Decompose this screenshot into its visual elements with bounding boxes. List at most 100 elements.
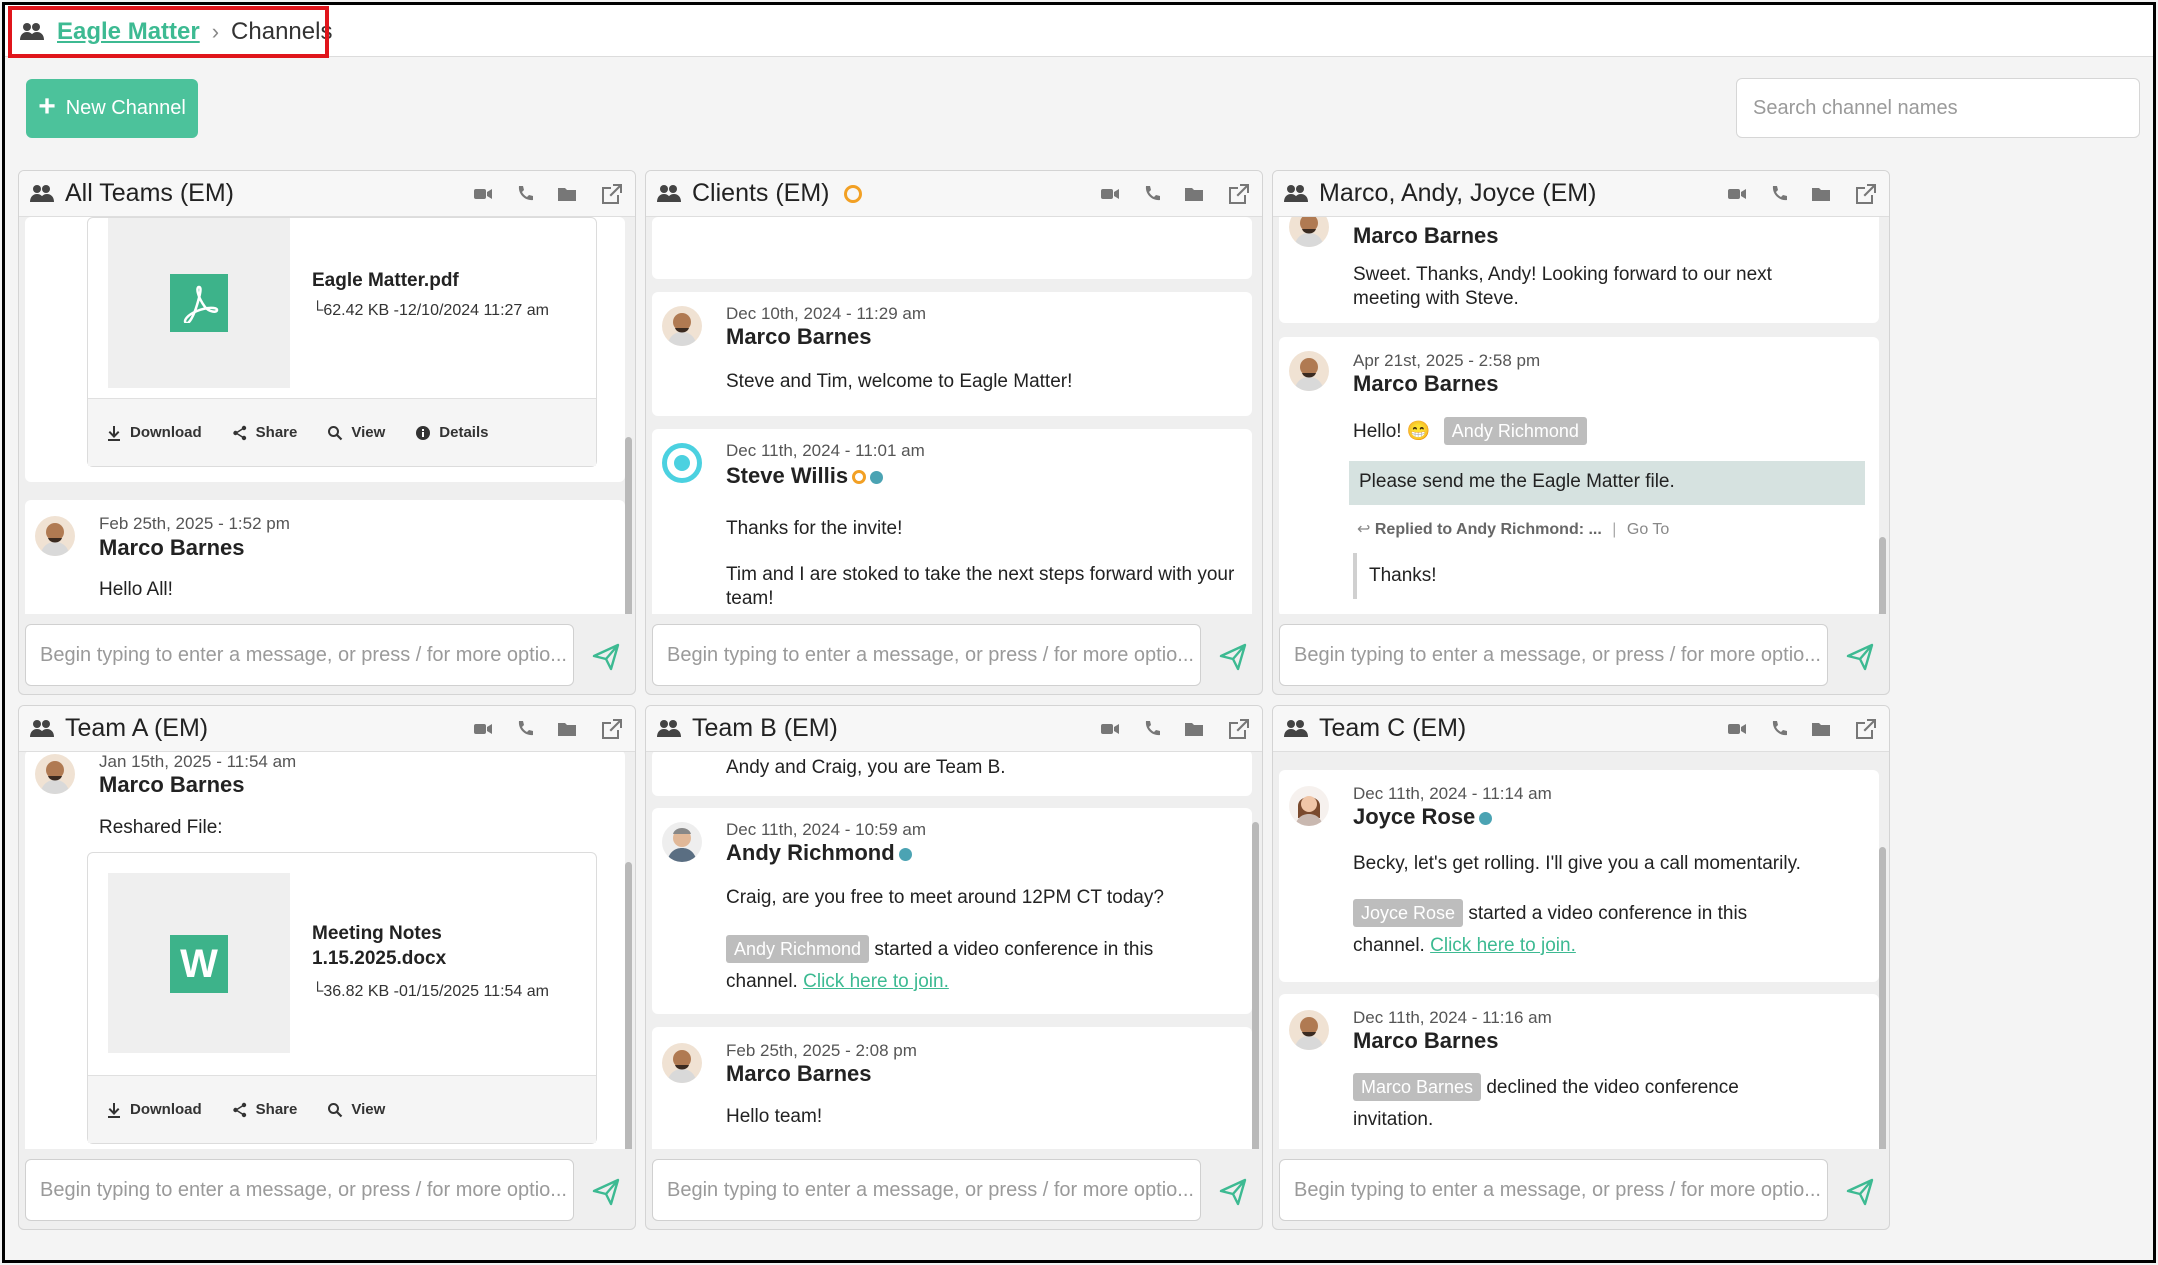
message-list[interactable]: Jan 15th, 2025 - 11:54 am Marco Barnes R… — [19, 752, 635, 1149]
download-button[interactable]: Download — [106, 424, 202, 441]
message-list[interactable]: Andy and Craig, you are Team B. Dec 11th… — [646, 752, 1262, 1149]
message-input[interactable]: Begin typing to enter a message, or pres… — [652, 624, 1201, 686]
channel-panel-team-a: Team A (EM) Jan 15th, 2025 - 11:54 am Ma… — [18, 705, 636, 1230]
panel-title-text: Team B (EM) — [692, 714, 838, 742]
team-icon — [1283, 184, 1309, 204]
phone-call-icon[interactable] — [1769, 184, 1789, 204]
open-external-icon[interactable] — [599, 181, 625, 207]
avatar — [662, 306, 702, 346]
list-item: Dec 11th, 2024 - 11:01 am Steve Willis T… — [652, 429, 1252, 614]
message-input[interactable]: Begin typing to enter a message, or pres… — [1279, 624, 1828, 686]
details-button[interactable]: Details — [415, 424, 489, 441]
open-external-icon[interactable] — [1226, 716, 1252, 742]
share-button[interactable]: Share — [232, 424, 297, 441]
video-call-icon[interactable] — [1100, 184, 1120, 204]
send-icon[interactable] — [591, 642, 621, 672]
list-item: Dec 10th, 2024 - 11:29 am Marco Barnes S… — [652, 292, 1252, 416]
open-external-icon[interactable] — [1853, 716, 1879, 742]
message-author: Marco Barnes — [1353, 1028, 1499, 1053]
open-external-icon[interactable] — [1853, 181, 1879, 207]
message-input[interactable]: Begin typing to enter a message, or pres… — [25, 1159, 574, 1221]
message-author: Marco Barnes — [99, 535, 245, 560]
team-icon — [656, 184, 682, 204]
phone-call-icon[interactable] — [1769, 719, 1789, 739]
folder-icon[interactable] — [557, 184, 577, 204]
panel-title: Team A (EM) — [29, 714, 473, 743]
message-input[interactable]: Begin typing to enter a message, or pres… — [652, 1159, 1201, 1221]
message-timestamp: Apr 21st, 2025 - 2:58 pm — [1353, 351, 1541, 370]
send-icon[interactable] — [1218, 642, 1248, 672]
send-icon[interactable] — [591, 1177, 621, 1207]
phone-call-icon[interactable] — [1142, 184, 1162, 204]
message-list[interactable]: Marco Barnes Sweet. Thanks, Andy! Lookin… — [1273, 217, 1889, 614]
list-item: Andy and Craig, you are Team B. — [652, 752, 1252, 796]
view-button[interactable]: View — [327, 1101, 385, 1118]
message-input[interactable]: Begin typing to enter a message, or pres… — [1279, 1159, 1828, 1221]
phone-call-icon[interactable] — [1142, 719, 1162, 739]
view-button[interactable]: View — [327, 424, 385, 441]
scrollbar[interactable] — [1879, 847, 1886, 1149]
video-call-icon[interactable] — [1727, 719, 1747, 739]
panel-header: Team B (EM) — [646, 706, 1262, 752]
user-mention[interactable]: Joyce Rose — [1353, 899, 1464, 927]
folder-icon[interactable] — [1811, 719, 1831, 739]
user-mention[interactable]: Andy Richmond — [1443, 417, 1587, 445]
message-list[interactable]: Eagle Matter.pdf └62.42 KB -12/10/2024 1… — [19, 217, 635, 614]
channel-panel-team-b: Team B (EM) Andy and Craig, you are Team… — [645, 705, 1263, 1230]
scrollbar[interactable] — [625, 862, 632, 1149]
reply-text: Thanks! — [1353, 553, 1437, 599]
message-text: Craig, are you free to meet around 12PM … — [726, 887, 1164, 908]
file-name[interactable]: Eagle Matter.pdf — [312, 268, 459, 293]
panel-title-text: All Teams (EM) — [65, 179, 235, 207]
message-text: Marco Barnes declined the video conferen… — [1353, 1072, 1873, 1136]
folder-icon[interactable] — [1184, 719, 1204, 739]
word-doc-icon: W — [170, 935, 228, 993]
user-mention[interactable]: Andy Richmond — [726, 935, 870, 963]
search-channel-input[interactable] — [1736, 78, 2140, 138]
message-author: Marco Barnes — [99, 772, 245, 797]
message-author: Andy Richmond — [726, 840, 912, 866]
message-input[interactable]: Begin typing to enter a message, or pres… — [25, 624, 574, 686]
message-author: Marco Barnes — [726, 324, 872, 349]
join-conference-link[interactable]: Click here to join. — [1430, 935, 1576, 956]
video-call-icon[interactable] — [1727, 184, 1747, 204]
panel-header: Marco, Andy, Joyce (EM) — [1273, 171, 1889, 217]
phone-call-icon[interactable] — [515, 719, 535, 739]
video-call-icon[interactable] — [1100, 719, 1120, 739]
file-thumbnail[interactable] — [108, 218, 290, 388]
phone-call-icon[interactable] — [515, 184, 535, 204]
scrollbar[interactable] — [1879, 537, 1886, 614]
panel-title-text: Clients (EM) — [692, 179, 830, 207]
new-channel-label: New Channel — [65, 97, 186, 119]
user-mention[interactable]: Marco Barnes — [1353, 1073, 1482, 1101]
file-thumbnail[interactable]: W — [108, 873, 290, 1053]
open-external-icon[interactable] — [599, 716, 625, 742]
top-bar: Eagle Matter › Channels — [5, 5, 2153, 58]
scrollbar[interactable] — [1252, 822, 1259, 1149]
video-call-icon[interactable] — [473, 184, 493, 204]
list-item: Feb 25th, 2025 - 2:08 pm Marco Barnes He… — [652, 1027, 1252, 1149]
team-icon — [656, 719, 682, 739]
join-conference-link[interactable]: Click here to join. — [803, 971, 949, 992]
download-button[interactable]: Download — [106, 1101, 202, 1118]
send-icon[interactable] — [1218, 1177, 1248, 1207]
folder-icon[interactable] — [1184, 184, 1204, 204]
send-icon[interactable] — [1845, 1177, 1875, 1207]
message-list[interactable]: Dec 10th, 2024 - 11:29 am Marco Barnes S… — [646, 217, 1262, 614]
details-icon — [415, 425, 431, 441]
panel-title: Clients (EM) — [656, 179, 1100, 208]
file-name[interactable]: Meeting Notes 1.15.2025.docx — [312, 921, 572, 971]
send-icon[interactable] — [1845, 642, 1875, 672]
panel-title: Marco, Andy, Joyce (EM) — [1283, 179, 1727, 208]
share-button[interactable]: Share — [232, 1101, 297, 1118]
open-external-icon[interactable] — [1226, 181, 1252, 207]
new-channel-button[interactable]: + New Channel — [26, 79, 198, 138]
info-icon — [898, 847, 912, 861]
folder-icon[interactable] — [557, 719, 577, 739]
video-call-icon[interactable] — [473, 719, 493, 739]
message-list[interactable]: Dec 11th, 2024 - 11:14 am Joyce Rose Bec… — [1273, 752, 1889, 1149]
scrollbar[interactable] — [625, 437, 632, 614]
go-to-link[interactable]: Go To — [1627, 521, 1669, 538]
team-icon — [1283, 719, 1309, 739]
folder-icon[interactable] — [1811, 184, 1831, 204]
